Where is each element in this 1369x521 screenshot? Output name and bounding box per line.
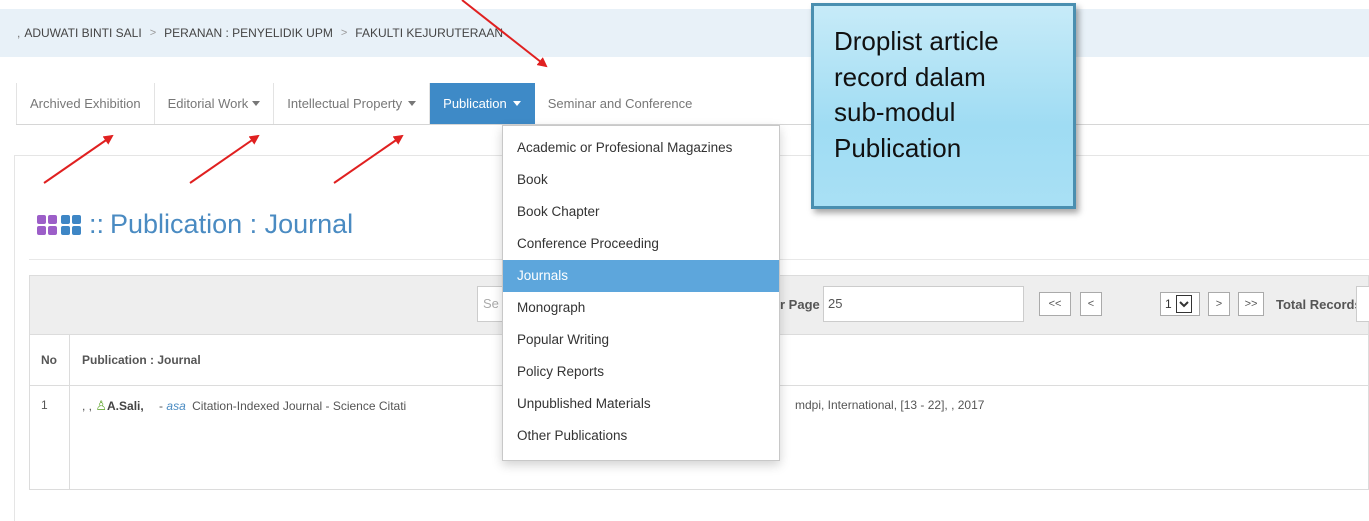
breadcrumb-item-role[interactable]: PERANAN : PENYELIDIK UPM [164, 26, 333, 40]
chevron-down-icon [1175, 295, 1192, 313]
page-select[interactable]: 1 [1160, 292, 1200, 316]
grid-icon [61, 214, 81, 235]
menu-item-popular-writing[interactable]: Popular Writing [503, 324, 779, 356]
breadcrumb-prefix: , [17, 26, 21, 40]
breadcrumb-item-faculty[interactable]: FAKULTI KEJURUTERAAN [355, 26, 503, 40]
module-tabs: Archived Exhibition Editorial Work Intel… [16, 83, 1369, 125]
caret-down-icon [512, 101, 521, 106]
prev-page-button[interactable]: < [1080, 292, 1102, 316]
tab-editorial-work[interactable]: Editorial Work [155, 83, 275, 124]
menu-item-conference-proceeding[interactable]: Conference Proceeding [503, 228, 779, 260]
page-title: :: Publication : Journal [37, 209, 353, 240]
breadcrumb-separator: > [340, 27, 348, 39]
page-title-text: Publication : Journal [110, 209, 354, 239]
menu-item-other-publications[interactable]: Other Publications [503, 420, 779, 452]
publication-dropdown-menu: Academic or Profesional Magazines Book B… [502, 125, 780, 461]
menu-item-policy-reports[interactable]: Policy Reports [503, 356, 779, 388]
callout-line: Droplist article [834, 26, 999, 56]
tab-label: Publication [443, 96, 507, 111]
grid-icon [37, 214, 57, 235]
tab-label: Archived Exhibition [30, 96, 141, 111]
caret-down-icon [252, 101, 261, 106]
first-page-button[interactable]: << [1039, 292, 1071, 316]
tab-label: Seminar and Conference [547, 96, 693, 111]
journal-details: mdpi, International, [13 - 22], , 2017 [795, 398, 985, 412]
author-name[interactable]: A.Sali, [107, 399, 144, 413]
tab-publication[interactable]: Publication [430, 83, 535, 124]
menu-item-journals[interactable]: Journals [503, 260, 779, 292]
journal-index-text: Citation-Indexed Journal - Science Citat… [192, 399, 407, 413]
row-prefix: , , [82, 399, 93, 413]
next-page-button[interactable]: > [1208, 292, 1230, 316]
tab-label: Intellectual Property [287, 96, 403, 111]
annotation-callout: Droplist article record dalam sub-modul … [811, 3, 1076, 209]
total-records-label: Total Records [1276, 297, 1362, 312]
menu-item-book-chapter[interactable]: Book Chapter [503, 196, 779, 228]
row-dash: - [159, 399, 164, 413]
person-icon: ♙ [95, 398, 108, 413]
title-prefix: :: [89, 209, 105, 239]
menu-item-monograph[interactable]: Monograph [503, 292, 779, 324]
tab-intellectual-property[interactable]: Intellectual Property [274, 83, 431, 124]
caret-down-icon [408, 101, 417, 106]
breadcrumb-separator: > [149, 27, 157, 39]
per-page-input[interactable]: 25 [823, 286, 1024, 322]
breadcrumb: , ADUWATI BINTI SALI > PERANAN : PENYELI… [0, 9, 1369, 57]
per-page-label: r Page [780, 297, 820, 312]
menu-item-unpublished-materials[interactable]: Unpublished Materials [503, 388, 779, 420]
tab-seminar-and-conference[interactable]: Seminar and Conference [535, 83, 706, 124]
total-records-value [1356, 286, 1369, 322]
callout-line: sub-modul [834, 97, 956, 128]
callout-line: record dalam [834, 61, 986, 92]
menu-item-academic-magazines[interactable]: Academic or Profesional Magazines [503, 132, 779, 164]
column-header-no: No [29, 334, 70, 386]
tab-label: Editorial Work [167, 96, 249, 111]
journal-abbr: asa [166, 399, 186, 413]
menu-item-book[interactable]: Book [503, 164, 779, 196]
callout-line: Publication [834, 132, 962, 163]
last-page-button[interactable]: >> [1238, 292, 1264, 316]
row-number: 1 [29, 385, 70, 490]
breadcrumb-item-name[interactable]: ADUWATI BINTI SALI [24, 26, 141, 40]
tab-archived-exhibition[interactable]: Archived Exhibition [16, 83, 155, 124]
page-select-value: 1 [1165, 297, 1172, 311]
